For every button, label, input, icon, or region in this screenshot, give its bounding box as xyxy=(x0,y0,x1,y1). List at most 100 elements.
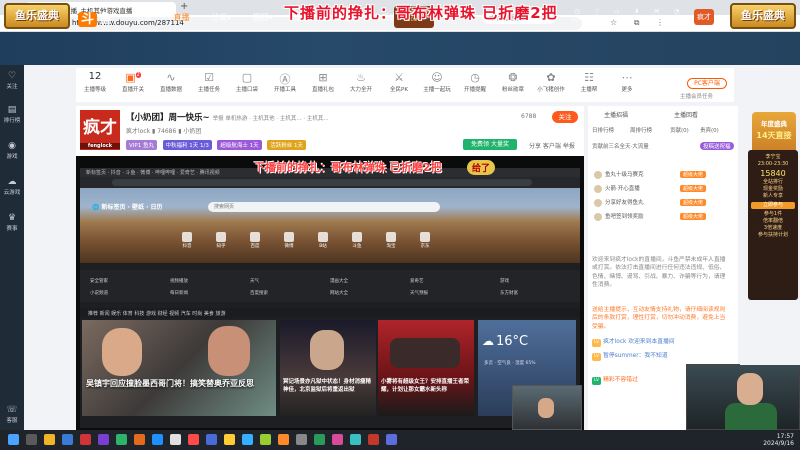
fish-festival-badge-left[interactable]: 鱼乐盛典 xyxy=(4,3,70,29)
app-icon[interactable] xyxy=(296,434,307,445)
app-icon[interactable] xyxy=(368,434,379,445)
trophy-icon: ♛ xyxy=(7,213,17,223)
user-avatar[interactable]: 疯才 xyxy=(694,9,714,25)
streamer-vip-task[interactable]: 主播会员任务 xyxy=(680,92,713,100)
nav-category[interactable]: 分类▾ xyxy=(211,13,231,22)
right-panel-tabs: 主播招福 主播回看 xyxy=(588,110,738,122)
tab-day-rank[interactable]: 日排行榜 xyxy=(592,126,614,134)
app-icon[interactable] xyxy=(314,434,325,445)
contribute-button[interactable]: 投稿送祝福 xyxy=(700,142,734,150)
promo-number: 15840 xyxy=(760,169,786,178)
app-icon[interactable] xyxy=(188,434,199,445)
new-tab-button[interactable]: + xyxy=(180,1,188,12)
list-item[interactable]: 鱼丸十级马赛克 超级大佬 xyxy=(594,170,734,181)
badge-navigator[interactable]: 超级航海士 1天 xyxy=(217,140,262,150)
tool-streamer-help[interactable]: ☷ 主播帮 xyxy=(572,71,606,93)
more-icon: ⋯ xyxy=(621,71,633,84)
app-icon[interactable] xyxy=(152,434,163,445)
tool-fan-medal[interactable]: ❂ 粉丝勋章 xyxy=(496,71,530,93)
douyu-logo[interactable]: 斗鱼 xyxy=(78,8,112,27)
broadcast-icon[interactable]: ▭ 开播 xyxy=(608,8,626,22)
follow-button[interactable]: 关注 xyxy=(552,111,578,123)
tab-vip[interactable]: 贵宾(0) xyxy=(700,126,719,134)
app-icon[interactable] xyxy=(98,434,109,445)
windows-taskbar xyxy=(0,430,800,450)
share-links[interactable]: 分享 客户端 举报 xyxy=(529,141,575,150)
history-icon[interactable]: ◷ 历史 xyxy=(568,8,586,22)
nav-video[interactable]: 视频▾ xyxy=(253,13,273,22)
sidebar-item-games[interactable]: ◉ 游戏 xyxy=(0,141,24,160)
promo-panel[interactable]: 李宁宝 23:00-23:30 15840 全站排行 现金奖励 新人专享 立即参… xyxy=(748,150,798,300)
stream-banner-title: 下播前的挣扎：哥布林弹珠 已折磨2把 xyxy=(284,4,558,22)
tool-rewards[interactable]: ♨ 大力全开 xyxy=(344,71,378,93)
header-icons: ◷ 历史 ♡ 关注 ▭ 开播 ⬇ 客户端 ✉ 私信 ◔ 消息 xyxy=(568,8,686,22)
tab-streamer-fortune[interactable]: 主播招福 xyxy=(604,110,628,119)
tool-pk[interactable]: ⚔ 全民PK xyxy=(382,71,416,93)
nav-home[interactable]: 首页 xyxy=(136,13,152,22)
fish-festival-badge-right[interactable]: 鱼乐盛典 xyxy=(730,3,796,29)
user-level-tag: LV xyxy=(592,353,602,362)
tool-more[interactable]: ⋯ 更多 xyxy=(610,71,644,93)
user-level-tag: LV xyxy=(592,377,602,386)
sidebar-item-cloud-games[interactable]: ☁ 云游戏 xyxy=(0,177,24,196)
sidebar-item-rank[interactable]: ▤ 排行榜 xyxy=(0,105,24,124)
shortcut-item: 百度 xyxy=(238,232,272,249)
app-icon[interactable] xyxy=(350,434,361,445)
badge-fans[interactable]: 活跃粉丝 1天 xyxy=(267,140,306,150)
explorer-icon[interactable] xyxy=(44,434,55,445)
notice-icon[interactable]: ◔ 消息 xyxy=(668,8,686,22)
list-item[interactable]: 分享好友得鱼丸 超级大佬 xyxy=(594,198,734,209)
tool-level[interactable]: 12 主播等级 xyxy=(78,71,112,93)
quicklink: 网站大全 xyxy=(330,291,348,296)
tool-play-together[interactable]: ☺ 主播一起玩 xyxy=(420,71,454,93)
sidebar-item-service[interactable]: ☏ 客服 xyxy=(0,405,24,424)
pulse-icon: ∿ xyxy=(166,71,176,84)
list-item[interactable]: 火箭·开心直播 超级大佬 xyxy=(594,184,734,195)
app-icon[interactable] xyxy=(206,434,217,445)
site-header xyxy=(0,32,800,65)
app-icon[interactable] xyxy=(134,434,145,445)
nav-live[interactable]: 直播 xyxy=(174,13,190,22)
tool-broadcast-tools[interactable]: Ⓐ 开播工具 xyxy=(268,71,302,93)
start-icon[interactable] xyxy=(8,434,19,445)
tool-creator[interactable]: ✿ 小飞猪创作 xyxy=(534,71,568,93)
tab-contribution[interactable]: 贡献(0) xyxy=(670,126,689,134)
inner-address-bar xyxy=(80,177,580,188)
sidebar-item-follow[interactable]: ♡ 关注 xyxy=(0,71,24,90)
tool-reminder[interactable]: ◷ 开播提醒 xyxy=(458,71,492,93)
tool-gift-pack[interactable]: ⊞ 直播礼包 xyxy=(306,71,340,93)
app-icon[interactable] xyxy=(170,434,181,445)
app-icon[interactable] xyxy=(224,434,235,445)
room-category[interactable]: 举报 单机热游 · 主机其他 · 主机其... · 主机其... xyxy=(213,116,329,122)
tab-streamer-replay[interactable]: 主播回看 xyxy=(674,110,698,119)
app-icon[interactable] xyxy=(278,434,289,445)
follow-icon[interactable]: ♡ 关注 xyxy=(588,8,606,22)
client-icon[interactable]: ⬇ 客户端 xyxy=(628,8,646,22)
list-item[interactable]: 鱼吧签到领奖励 超级大佬 xyxy=(594,212,734,223)
badge-vip[interactable]: VIP1 鱼丸 xyxy=(126,140,157,150)
tool-stream-data[interactable]: ∿ 直播数据 xyxy=(154,71,188,93)
pc-client-button[interactable]: PC客户端 xyxy=(687,78,727,89)
cloud-icon: ☁ xyxy=(482,334,494,348)
tab-week-rank[interactable]: 周排行榜 xyxy=(630,126,652,134)
app-icon[interactable] xyxy=(80,434,91,445)
badge-midautumn[interactable]: 中秋福利 1天 1/3 xyxy=(162,140,212,150)
message-icon[interactable]: ✉ 私信 xyxy=(648,8,666,22)
search-icon[interactable] xyxy=(26,434,37,445)
tool-pocket[interactable]: ▢ 主播口袋 xyxy=(230,71,264,93)
notify-badge: 2 xyxy=(135,72,141,79)
app-icon[interactable] xyxy=(62,434,73,445)
app-icon[interactable] xyxy=(242,434,253,445)
app-icon[interactable] xyxy=(116,434,127,445)
quicklink: 小说频道 xyxy=(90,291,108,296)
app-icon[interactable] xyxy=(332,434,343,445)
sidebar-item-events[interactable]: ♛ 赛事 xyxy=(0,213,24,232)
tool-tasks[interactable]: ☑ 主播任务 xyxy=(192,71,226,93)
streamer-avatar[interactable]: 疯才 fenglock xyxy=(80,110,120,150)
room-badges: VIP1 鱼丸 中秋福利 1天 1/3 超级航海士 1天 活跃粉丝 1天 xyxy=(126,140,309,150)
app-icon[interactable] xyxy=(386,434,397,445)
free-gift-button[interactable]: 免费领 大量奖 xyxy=(463,139,517,150)
promo-join-button[interactable]: 立即参与 xyxy=(751,202,795,209)
tool-stream-switch[interactable]: ▣2 直播开关 xyxy=(116,71,150,93)
app-icon[interactable] xyxy=(260,434,271,445)
